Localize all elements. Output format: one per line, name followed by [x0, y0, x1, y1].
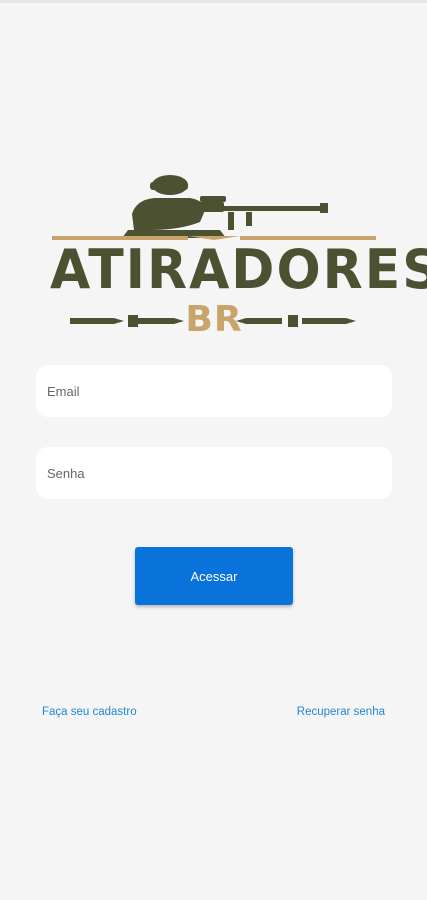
status-bar [0, 0, 427, 3]
email-field[interactable] [36, 365, 392, 417]
logo-subtitle: BR [185, 299, 243, 340]
login-button[interactable]: Acessar [135, 547, 293, 605]
password-field[interactable] [36, 447, 392, 499]
app-logo: ATIRADORES BR [50, 172, 427, 340]
recover-password-link[interactable]: Recuperar senha [297, 706, 385, 718]
signup-link[interactable]: Faça seu cadastro [42, 706, 137, 718]
logo-title: ATIRADORES [50, 238, 427, 302]
